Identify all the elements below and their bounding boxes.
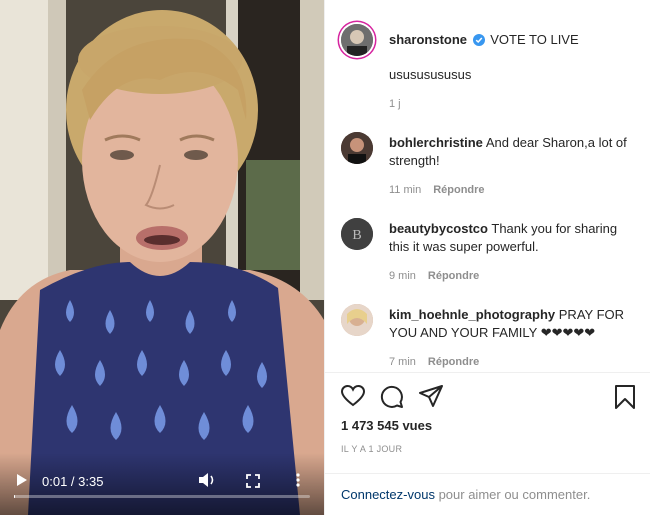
- comment-meta: 11 min Répondre: [389, 184, 485, 196]
- comment-username[interactable]: kim_hoehnle_photography: [389, 307, 555, 322]
- author-username[interactable]: sharonstone: [389, 32, 467, 47]
- comment-time: 9 min: [389, 270, 416, 282]
- video-time: 0:01 / 3:35: [42, 474, 103, 489]
- reply-button[interactable]: Répondre: [433, 184, 484, 196]
- verified-icon: [472, 34, 485, 49]
- progress-fill: [14, 495, 16, 498]
- author-avatar[interactable]: [341, 24, 373, 56]
- comment-body: beautybycostco Thank you for sharing thi…: [389, 220, 632, 256]
- post-header: sharonstone VOTE TO LIVE: [325, 0, 650, 76]
- video-player[interactable]: 0:01 / 3:35: [0, 0, 324, 515]
- video-controls: 0:01 / 3:35: [0, 453, 324, 515]
- play-icon[interactable]: [16, 473, 28, 490]
- reply-button[interactable]: Répondre: [428, 356, 479, 368]
- comment-body: bohlerchristine And dear Sharon,a lot of…: [389, 134, 632, 170]
- caption-second-line: usususususus: [389, 67, 472, 82]
- fullscreen-icon[interactable]: [246, 474, 260, 491]
- login-text: Connectez-vous pour aimer ou commenter.: [341, 487, 590, 502]
- progress-bar[interactable]: [14, 495, 310, 498]
- bookmark-icon[interactable]: [615, 385, 635, 414]
- view-count[interactable]: 1 473 545 vues: [341, 418, 432, 433]
- comment-time: 7 min: [389, 356, 416, 368]
- caption-line: sharonstone VOTE TO LIVE: [389, 32, 579, 49]
- comment-body: kim_hoehnle_photography PRAY FOR YOU AND…: [389, 306, 632, 342]
- duration: 3:35: [78, 474, 104, 489]
- comment-username[interactable]: beautybycostco: [389, 221, 488, 236]
- time-separator: /: [67, 474, 79, 489]
- share-icon[interactable]: [419, 385, 443, 412]
- commenter-avatar[interactable]: B: [341, 218, 373, 250]
- reply-button[interactable]: Répondre: [428, 270, 479, 282]
- svg-text:B: B: [352, 228, 361, 243]
- commenter-avatar[interactable]: [341, 132, 373, 164]
- current-time: 0:01: [42, 474, 68, 489]
- commenter-avatar[interactable]: [341, 304, 373, 336]
- post-age: 1 j: [389, 98, 401, 110]
- heart-icon[interactable]: [340, 384, 366, 412]
- login-prompt: Connectez-vous pour aimer ou commenter.: [325, 473, 650, 517]
- comment-meta: 7 min Répondre: [389, 356, 479, 368]
- login-rest: pour aimer ou commenter.: [434, 487, 591, 502]
- posted-time: IL Y A 1 JOUR: [341, 444, 403, 454]
- more-options-icon[interactable]: [296, 473, 300, 490]
- action-section: 1 473 545 vues IL Y A 1 JOUR Connectez-v…: [325, 372, 650, 516]
- login-link[interactable]: Connectez-vous: [341, 487, 435, 502]
- comment-icon[interactable]: [380, 385, 404, 414]
- comment-time: 11 min: [389, 184, 422, 196]
- volume-icon[interactable]: [198, 472, 216, 491]
- video-frame: [0, 0, 324, 515]
- comment-username[interactable]: bohlerchristine: [389, 135, 483, 150]
- post-panel: sharonstone VOTE TO LIVE usususususus 1 …: [324, 0, 650, 515]
- comment-meta: 9 min Répondre: [389, 270, 479, 282]
- caption-text: VOTE TO LIVE: [490, 32, 579, 47]
